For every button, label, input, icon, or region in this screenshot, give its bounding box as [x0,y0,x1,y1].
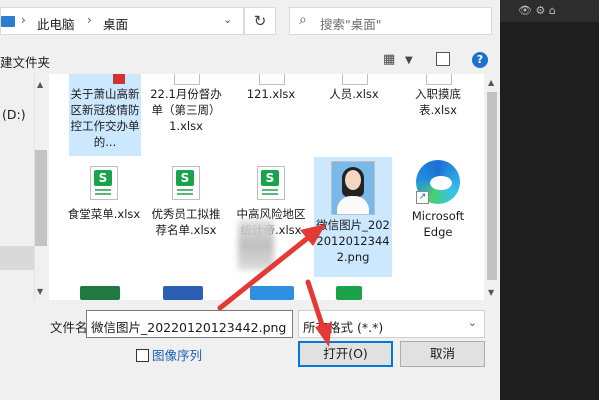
annotation-arrow-to-open [305,279,332,347]
annotation-arrows [217,224,332,347]
